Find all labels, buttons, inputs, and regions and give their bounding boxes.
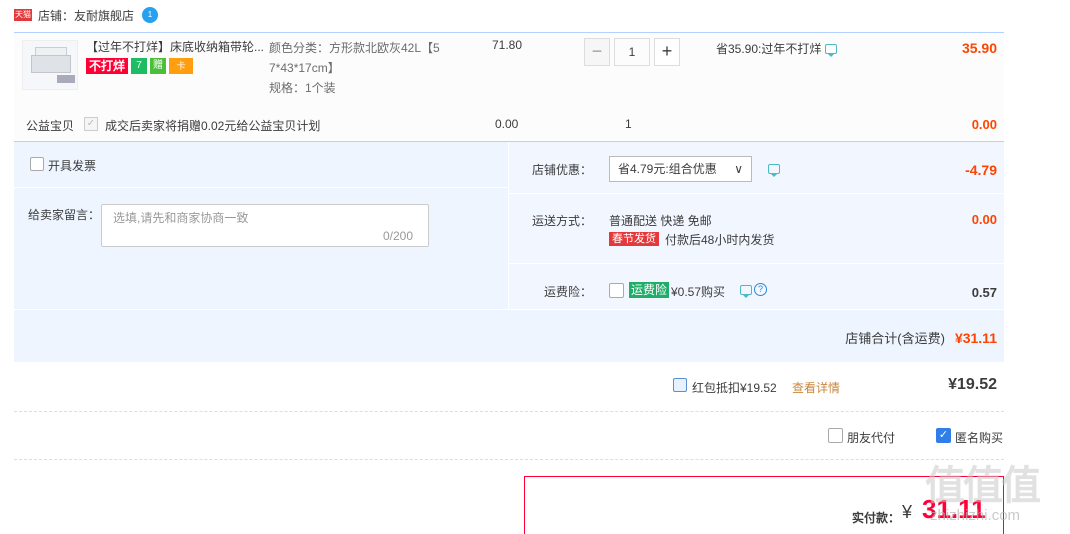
watermark-url: zhizhizhi.com bbox=[930, 507, 1021, 524]
friend-pay-label[interactable]: 朋友代付 bbox=[847, 429, 895, 446]
redpacket-details-link[interactable]: 查看详情 bbox=[792, 379, 840, 396]
message-count: 0/200 bbox=[383, 229, 414, 243]
wangwang-chat-icon[interactable]: 1 bbox=[142, 7, 159, 23]
discount-select[interactable]: 省4.79元:组合优惠 ∨ bbox=[609, 156, 752, 182]
qty-input[interactable]: 1 bbox=[614, 38, 650, 66]
card-icon: 卡 bbox=[169, 58, 194, 74]
unit-price: 71.80 bbox=[492, 38, 523, 52]
charity-checkbox: ✓ bbox=[84, 117, 98, 131]
message-placeholder: 选填,请先和商家协商一致 bbox=[113, 211, 249, 225]
invoice-checkbox[interactable] bbox=[30, 157, 44, 171]
shop-name-link[interactable]: 店铺：友耐旗舰店 bbox=[38, 7, 134, 24]
redpacket-checkbox[interactable] bbox=[673, 378, 687, 392]
shipping-amount: 0.00 bbox=[971, 212, 997, 227]
qty-plus-button[interactable]: + bbox=[654, 38, 680, 66]
redpacket-row bbox=[14, 362, 1004, 412]
charity-label: 公益宝贝 bbox=[26, 119, 75, 133]
discount-label: 店铺优惠： bbox=[531, 163, 592, 177]
comment-icon[interactable] bbox=[740, 284, 752, 298]
shipping-method: 普通配送 快递 免邮 bbox=[609, 214, 712, 228]
shop-header: 天猫 店铺：友耐旗舰店 1 bbox=[14, 5, 159, 25]
pay-currency: ¥ bbox=[902, 502, 913, 522]
sku-line: 7*43*17cm】 bbox=[269, 61, 340, 75]
watermark-logo: 值值值 bbox=[925, 464, 1041, 508]
pay-label: 实付款： bbox=[852, 511, 901, 525]
shipping-time: 付款后48小时内发货 bbox=[665, 233, 775, 247]
redpacket-text: 红包抵扣¥19.52 bbox=[692, 381, 777, 395]
divider bbox=[508, 263, 1004, 264]
discount-value: 省4.79元:组合优惠 bbox=[618, 162, 717, 176]
anonymous-label[interactable]: 匿名购买 bbox=[955, 429, 1003, 446]
invoice-label[interactable]: 开具发票 bbox=[48, 157, 96, 174]
promo-text: 省35.90:过年不打烊 bbox=[716, 42, 822, 56]
charity-total: 0.00 bbox=[971, 117, 997, 132]
shop-total-amount: ¥31.11 bbox=[954, 330, 997, 346]
help-icon[interactable]: ? bbox=[754, 283, 767, 296]
comment-icon[interactable] bbox=[768, 164, 780, 177]
divider bbox=[508, 193, 1004, 194]
qty-minus-button[interactable]: − bbox=[584, 38, 610, 66]
insurance-label: 运费险： bbox=[543, 285, 592, 299]
message-label: 给卖家留言： bbox=[28, 208, 101, 222]
comment-icon[interactable] bbox=[825, 43, 838, 57]
discount-amount: -4.79 bbox=[965, 162, 997, 178]
item-subtotal: 35.90 bbox=[961, 40, 997, 56]
anonymous-checkbox[interactable]: ✓ bbox=[936, 428, 951, 443]
tmall-badge: 天猫 bbox=[14, 9, 32, 21]
chevron-down-icon: ∨ bbox=[734, 162, 743, 176]
insurance-amount: 0.57 bbox=[971, 285, 997, 300]
friend-pay-checkbox[interactable] bbox=[828, 428, 843, 443]
sku-line: 颜色分类：方形款北欧灰42L【5 bbox=[269, 41, 440, 55]
insurance-icons: ? bbox=[740, 283, 767, 298]
product-sku: 颜色分类：方形款北欧灰42L【5 7*43*17cm】 规格：1个装 bbox=[269, 38, 449, 98]
redpacket-amount: ¥19.52 bbox=[948, 376, 997, 393]
charity-text: 成交后卖家将捐赠0.02元给公益宝贝计划 bbox=[105, 119, 321, 133]
spring-festival-tag: 春节发货 bbox=[609, 232, 659, 246]
insurance-tag: 运费险 bbox=[629, 282, 670, 298]
insurance-price: ¥0.57购买 bbox=[671, 285, 726, 299]
insurance-checkbox[interactable] bbox=[609, 283, 624, 298]
seven-day-return-icon: 7 bbox=[131, 58, 148, 74]
quantity-stepper: − 1 + bbox=[584, 38, 680, 66]
product-tags: 不打烊 7 赠 卡 bbox=[86, 58, 194, 74]
shipping-label: 运送方式： bbox=[531, 214, 592, 228]
charity-price: 0.00 bbox=[495, 117, 519, 131]
product-title-link[interactable]: 【过年不打烊】床底收纳箱带轮... bbox=[86, 38, 266, 55]
shop-total-label: 店铺合计(含运费) bbox=[845, 331, 945, 346]
gift-icon: 赠 bbox=[150, 58, 167, 74]
item-promo: 省35.90:过年不打烊 bbox=[716, 40, 838, 57]
sku-spec: 规格：1个装 bbox=[269, 81, 336, 95]
charity-qty: 1 bbox=[625, 117, 632, 131]
tag-no-close: 不打烊 bbox=[86, 58, 129, 74]
shop-total: 店铺合计(含运费) ¥31.11 bbox=[845, 328, 997, 347]
product-thumbnail[interactable] bbox=[22, 40, 78, 90]
